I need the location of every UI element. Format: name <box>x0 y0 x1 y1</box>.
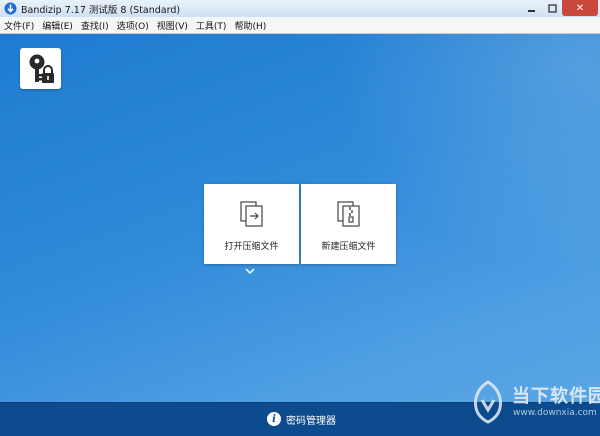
close-button[interactable]: ✕ <box>562 0 598 16</box>
downxia-watermark: 当下软件园 www.downxia.com <box>468 376 600 432</box>
minimize-button[interactable] <box>520 0 542 16</box>
open-archive-button[interactable]: 打开压缩文件 <box>204 184 299 264</box>
maximize-button[interactable] <box>542 0 562 16</box>
open-archive-label: 打开压缩文件 <box>224 242 279 252</box>
new-archive-button[interactable]: 新建压缩文件 <box>301 184 396 264</box>
bandizip-app-icon <box>4 2 17 15</box>
menu-file[interactable]: 文件(F) <box>0 19 38 32</box>
maximize-icon <box>547 3 557 13</box>
password-manager-label: 密码管理器 <box>286 415 336 427</box>
watermark-brand: 当下软件园 <box>512 386 600 407</box>
close-icon: ✕ <box>575 2 585 14</box>
info-icon: i <box>267 412 281 426</box>
menu-view[interactable]: 视图(V) <box>153 19 192 32</box>
main-area: 打开压缩文件 新建压缩文件 <box>0 34 600 402</box>
menu-edit[interactable]: 编辑(E) <box>38 19 77 32</box>
password-manager-button[interactable]: i 密码管理器 <box>267 411 336 427</box>
bandizip-window: Bandizip 7.17 测试版 8 (Standard) ✕ 文件(F) 编… <box>0 0 600 436</box>
password-key-button[interactable] <box>20 48 61 89</box>
menu-tools[interactable]: 工具(T) <box>192 19 231 32</box>
window-title: Bandizip 7.17 测试版 8 (Standard) <box>21 5 181 16</box>
watermark-url: www.downxia.com <box>513 408 597 418</box>
new-archive-label: 新建压缩文件 <box>321 242 376 252</box>
minimize-icon <box>527 9 535 12</box>
key-lock-icon <box>29 54 54 83</box>
open-archive-icon <box>240 201 263 227</box>
menu-bar: 文件(F) 编辑(E) 查找(I) 选项(O) 视图(V) 工具(T) 帮助(H… <box>0 17 600 34</box>
downxia-logo-icon <box>474 380 502 424</box>
menu-find[interactable]: 查找(I) <box>77 19 113 32</box>
title-bar[interactable]: Bandizip 7.17 测试版 8 (Standard) ✕ <box>0 0 600 18</box>
menu-options[interactable]: 选项(O) <box>113 19 153 32</box>
new-archive-icon <box>337 201 360 227</box>
menu-help[interactable]: 帮助(H) <box>230 19 270 32</box>
chevron-down-icon[interactable] <box>244 267 256 275</box>
